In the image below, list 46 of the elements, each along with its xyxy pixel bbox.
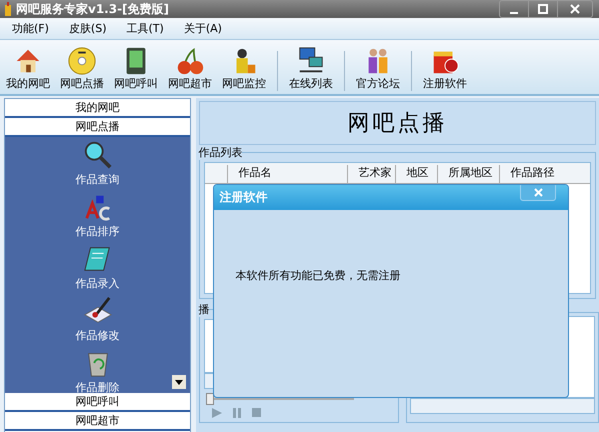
column-header[interactable]: 地区 <box>395 165 438 183</box>
toolbar-button[interactable]: 我的网吧 <box>4 46 52 91</box>
group-title: 作品列表 <box>198 145 242 160</box>
sidebar-header[interactable]: 网吧点播 <box>5 118 190 137</box>
close-icon <box>570 4 580 14</box>
column-header[interactable]: 艺术家 <box>347 165 396 183</box>
close-icon <box>534 188 543 196</box>
page-heading: 网吧点播 <box>199 101 596 145</box>
toolbar-button[interactable]: 网吧监控 <box>220 46 268 91</box>
sidebar-header[interactable]: 我的网吧 <box>5 99 190 118</box>
minimize-icon <box>510 12 518 14</box>
search-icon <box>82 140 113 170</box>
group-title: 播 <box>198 302 210 317</box>
sidebar-item[interactable]: 作品删除 <box>76 348 120 395</box>
column-header[interactable]: 作品路径 <box>499 165 556 183</box>
app-icon <box>4 2 12 16</box>
sidebar-header[interactable]: 网吧呼叫 <box>5 393 190 412</box>
toolbar-button[interactable]: 网吧呼叫 <box>112 46 160 91</box>
sidebar-item[interactable]: 作品查询 <box>76 140 120 187</box>
menu-item[interactable]: 皮肤(S) <box>68 21 106 36</box>
dialog-message: 本软件所有功能已免费，无需注册 <box>235 268 400 283</box>
column-header[interactable]: 所属地区 <box>437 165 500 183</box>
horizontal-scrollbar[interactable] <box>410 398 595 414</box>
menu-item[interactable]: 关于(A) <box>184 21 222 36</box>
toolbar-button[interactable]: 注册软件 <box>421 46 469 91</box>
menu-item[interactable]: 工具(T) <box>126 21 164 36</box>
dialog-title: 注册软件 <box>219 189 268 206</box>
slider-thumb[interactable] <box>206 393 214 405</box>
toolbar-button[interactable]: 官方论坛 <box>354 46 402 91</box>
sidebar-item[interactable]: 作品录入 <box>76 244 120 291</box>
toolbar-button[interactable]: 在线列表 <box>287 46 335 91</box>
toolbar-button[interactable]: 网吧点播 <box>58 46 106 91</box>
scroll-down-icon[interactable] <box>172 375 186 389</box>
window-title: 网吧服务专家v1.3-[免费版] <box>16 0 170 18</box>
toolbar-button[interactable]: 网吧超市 <box>166 46 214 91</box>
menu-item[interactable]: 功能(F) <box>12 21 49 36</box>
sidebar-item[interactable]: 作品修改 <box>76 296 120 343</box>
stop-icon[interactable] <box>252 408 262 418</box>
play-icon[interactable] <box>212 408 222 418</box>
column-header[interactable]: 作品名 <box>227 165 348 183</box>
sidebar-header[interactable]: 网吧超市 <box>5 412 190 431</box>
sidebar-item[interactable]: 作品排序 <box>76 192 120 239</box>
cherry-icon <box>175 46 205 76</box>
maximize-icon <box>538 4 548 14</box>
disc-icon <box>67 46 97 76</box>
pause-icon[interactable] <box>232 408 242 418</box>
